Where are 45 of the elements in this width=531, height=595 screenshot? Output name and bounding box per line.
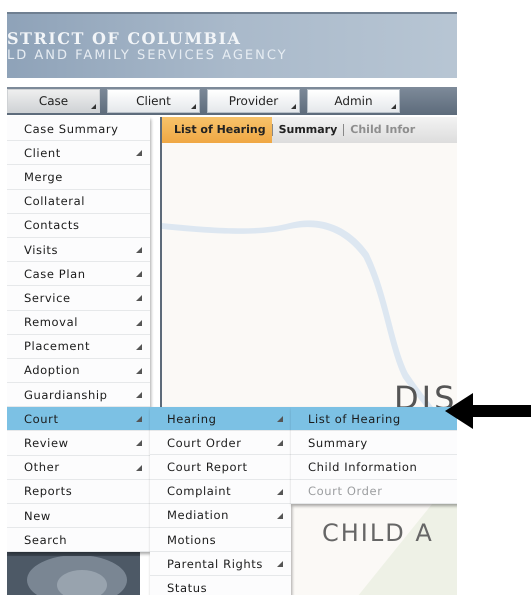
submenu-arrow-icon — [277, 561, 283, 568]
menu-item[interactable]: Mediation — [150, 504, 291, 528]
menu-item[interactable]: Court — [7, 407, 150, 432]
submenu-arrow-icon — [136, 416, 142, 422]
submenu-arrow-icon — [136, 271, 142, 278]
submenu-arrow-icon — [136, 150, 142, 156]
menu-item[interactable]: Service — [7, 286, 150, 310]
menu-item[interactable]: Parental Rights — [150, 552, 291, 576]
menu-item[interactable]: Child Information — [291, 455, 457, 480]
submenu-arrow-icon — [136, 344, 142, 350]
submenu-arrow-icon — [277, 512, 283, 519]
submenu-arrow-icon — [277, 440, 283, 446]
menu-item[interactable]: Removal — [7, 310, 150, 335]
menu-item[interactable]: Motions — [150, 528, 291, 552]
agency-title: STRICT OF COLUMBIA — [7, 29, 242, 48]
nav-menu-button[interactable]: Admin — [307, 89, 400, 113]
submenu-arrow-icon — [277, 416, 283, 422]
submenu-arrow-icon — [136, 295, 142, 302]
submenu-arrow-icon — [136, 368, 142, 374]
submenu-arrow-icon — [136, 392, 142, 398]
menu-item[interactable]: Status — [150, 576, 291, 595]
menu-item[interactable]: Client — [7, 141, 150, 166]
submenu-arrow-icon — [136, 246, 142, 253]
nav-menu-button[interactable]: Case — [7, 89, 100, 113]
agency-subtitle: LD AND FAMILY SERVICES AGENCY — [7, 48, 289, 63]
menu-item[interactable]: Adoption — [7, 358, 150, 384]
menu-item[interactable]: Placement — [7, 334, 150, 359]
nav-menu-button[interactable]: Provider — [207, 89, 300, 113]
banner-heading: CHILD A — [322, 519, 434, 547]
tab[interactable]: Summary — [272, 117, 344, 143]
menu-item[interactable]: Visits — [7, 238, 150, 262]
menu-item[interactable]: Collateral — [7, 190, 150, 214]
submenu-arrow-icon — [277, 488, 283, 495]
tab[interactable]: List of Hearing — [162, 117, 272, 143]
submenu-arrow-icon — [136, 464, 142, 471]
menu-item[interactable]: Case Summary — [7, 117, 150, 142]
menu-item[interactable]: Hearing — [150, 407, 291, 432]
menu-item[interactable]: Contacts — [7, 214, 150, 238]
menu-item[interactable]: Case Plan — [7, 262, 150, 286]
submenu-arrow-icon — [136, 320, 142, 326]
menu-item[interactable]: List of Hearing — [291, 407, 457, 432]
menu-item[interactable]: Merge — [7, 165, 150, 190]
menu-item[interactable]: Summary — [291, 431, 457, 456]
submenu-arrow-icon — [136, 440, 142, 446]
nav-menu-button[interactable]: Client — [107, 89, 200, 113]
